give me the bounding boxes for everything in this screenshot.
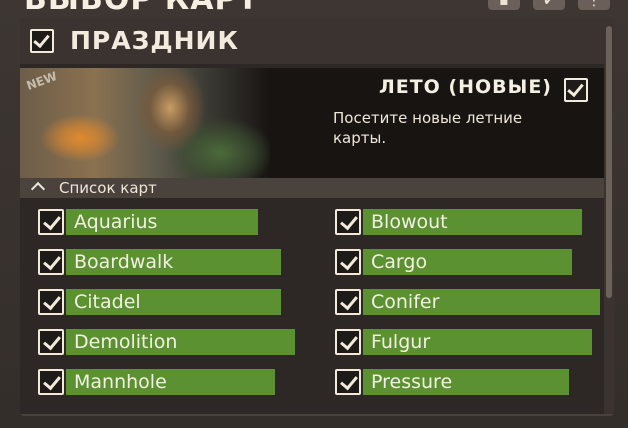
window-title: ВЫБОР КАРТ — [24, 0, 259, 17]
map-checkbox[interactable] — [38, 369, 64, 395]
map-checkbox[interactable] — [335, 369, 361, 395]
map-label: Fulgur — [363, 329, 592, 355]
map-checkbox[interactable] — [335, 209, 361, 235]
panel-divider — [20, 414, 614, 416]
map-checkbox[interactable] — [335, 329, 361, 355]
map-label: Aquarius — [66, 209, 258, 235]
scrollbar[interactable] — [604, 18, 614, 416]
more-icon[interactable]: ⋮ — [578, 0, 610, 10]
group-title: ПРАЗДНИК — [70, 26, 239, 55]
banner-checkbox[interactable] — [564, 78, 588, 102]
map-label: Demolition — [66, 329, 295, 355]
map-label: Mannhole — [66, 369, 275, 395]
event-banner: NEW ЛЕТО (НОВЫЕ) Посетите новые летние к… — [20, 68, 604, 178]
map-checkbox[interactable] — [335, 289, 361, 315]
map-checkbox[interactable] — [38, 329, 64, 355]
scrollbar-thumb[interactable] — [606, 26, 612, 298]
map-checkbox[interactable] — [38, 289, 64, 315]
chevron-up-icon — [30, 181, 46, 197]
map-checkbox[interactable] — [38, 209, 64, 235]
check-icon[interactable]: ✔ — [533, 0, 565, 10]
map-checkbox[interactable] — [335, 249, 361, 275]
group-checkbox[interactable] — [30, 29, 54, 53]
banner-title: ЛЕТО (НОВЫЕ) — [378, 76, 552, 98]
save-icon[interactable]: ▪ — [488, 0, 520, 10]
map-label: Blowout — [363, 209, 582, 235]
map-checkbox[interactable] — [38, 249, 64, 275]
group-header[interactable]: ПРАЗДНИК — [20, 18, 604, 64]
banner-image: NEW — [20, 68, 270, 178]
map-label: Citadel — [66, 289, 281, 315]
map-label: Cargo — [363, 249, 572, 275]
map-list-label: Список карт — [59, 179, 157, 197]
map-selection-screen: ВЫБОР КАРТ ▪ ✔ ⋮ ПРАЗДНИК NEW ЛЕТО (НОВЫ… — [0, 0, 628, 428]
map-group-panel: ПРАЗДНИК NEW ЛЕТО (НОВЫЕ) Посетите новые… — [20, 18, 614, 416]
map-list-header[interactable]: Список карт — [20, 178, 604, 198]
map-label: Conifer — [363, 289, 600, 315]
new-ribbon: NEW — [24, 69, 59, 93]
banner-description: Посетите новые летние карты. — [333, 109, 523, 147]
map-label: Pressure — [363, 369, 569, 395]
map-label: Boardwalk — [66, 249, 281, 275]
